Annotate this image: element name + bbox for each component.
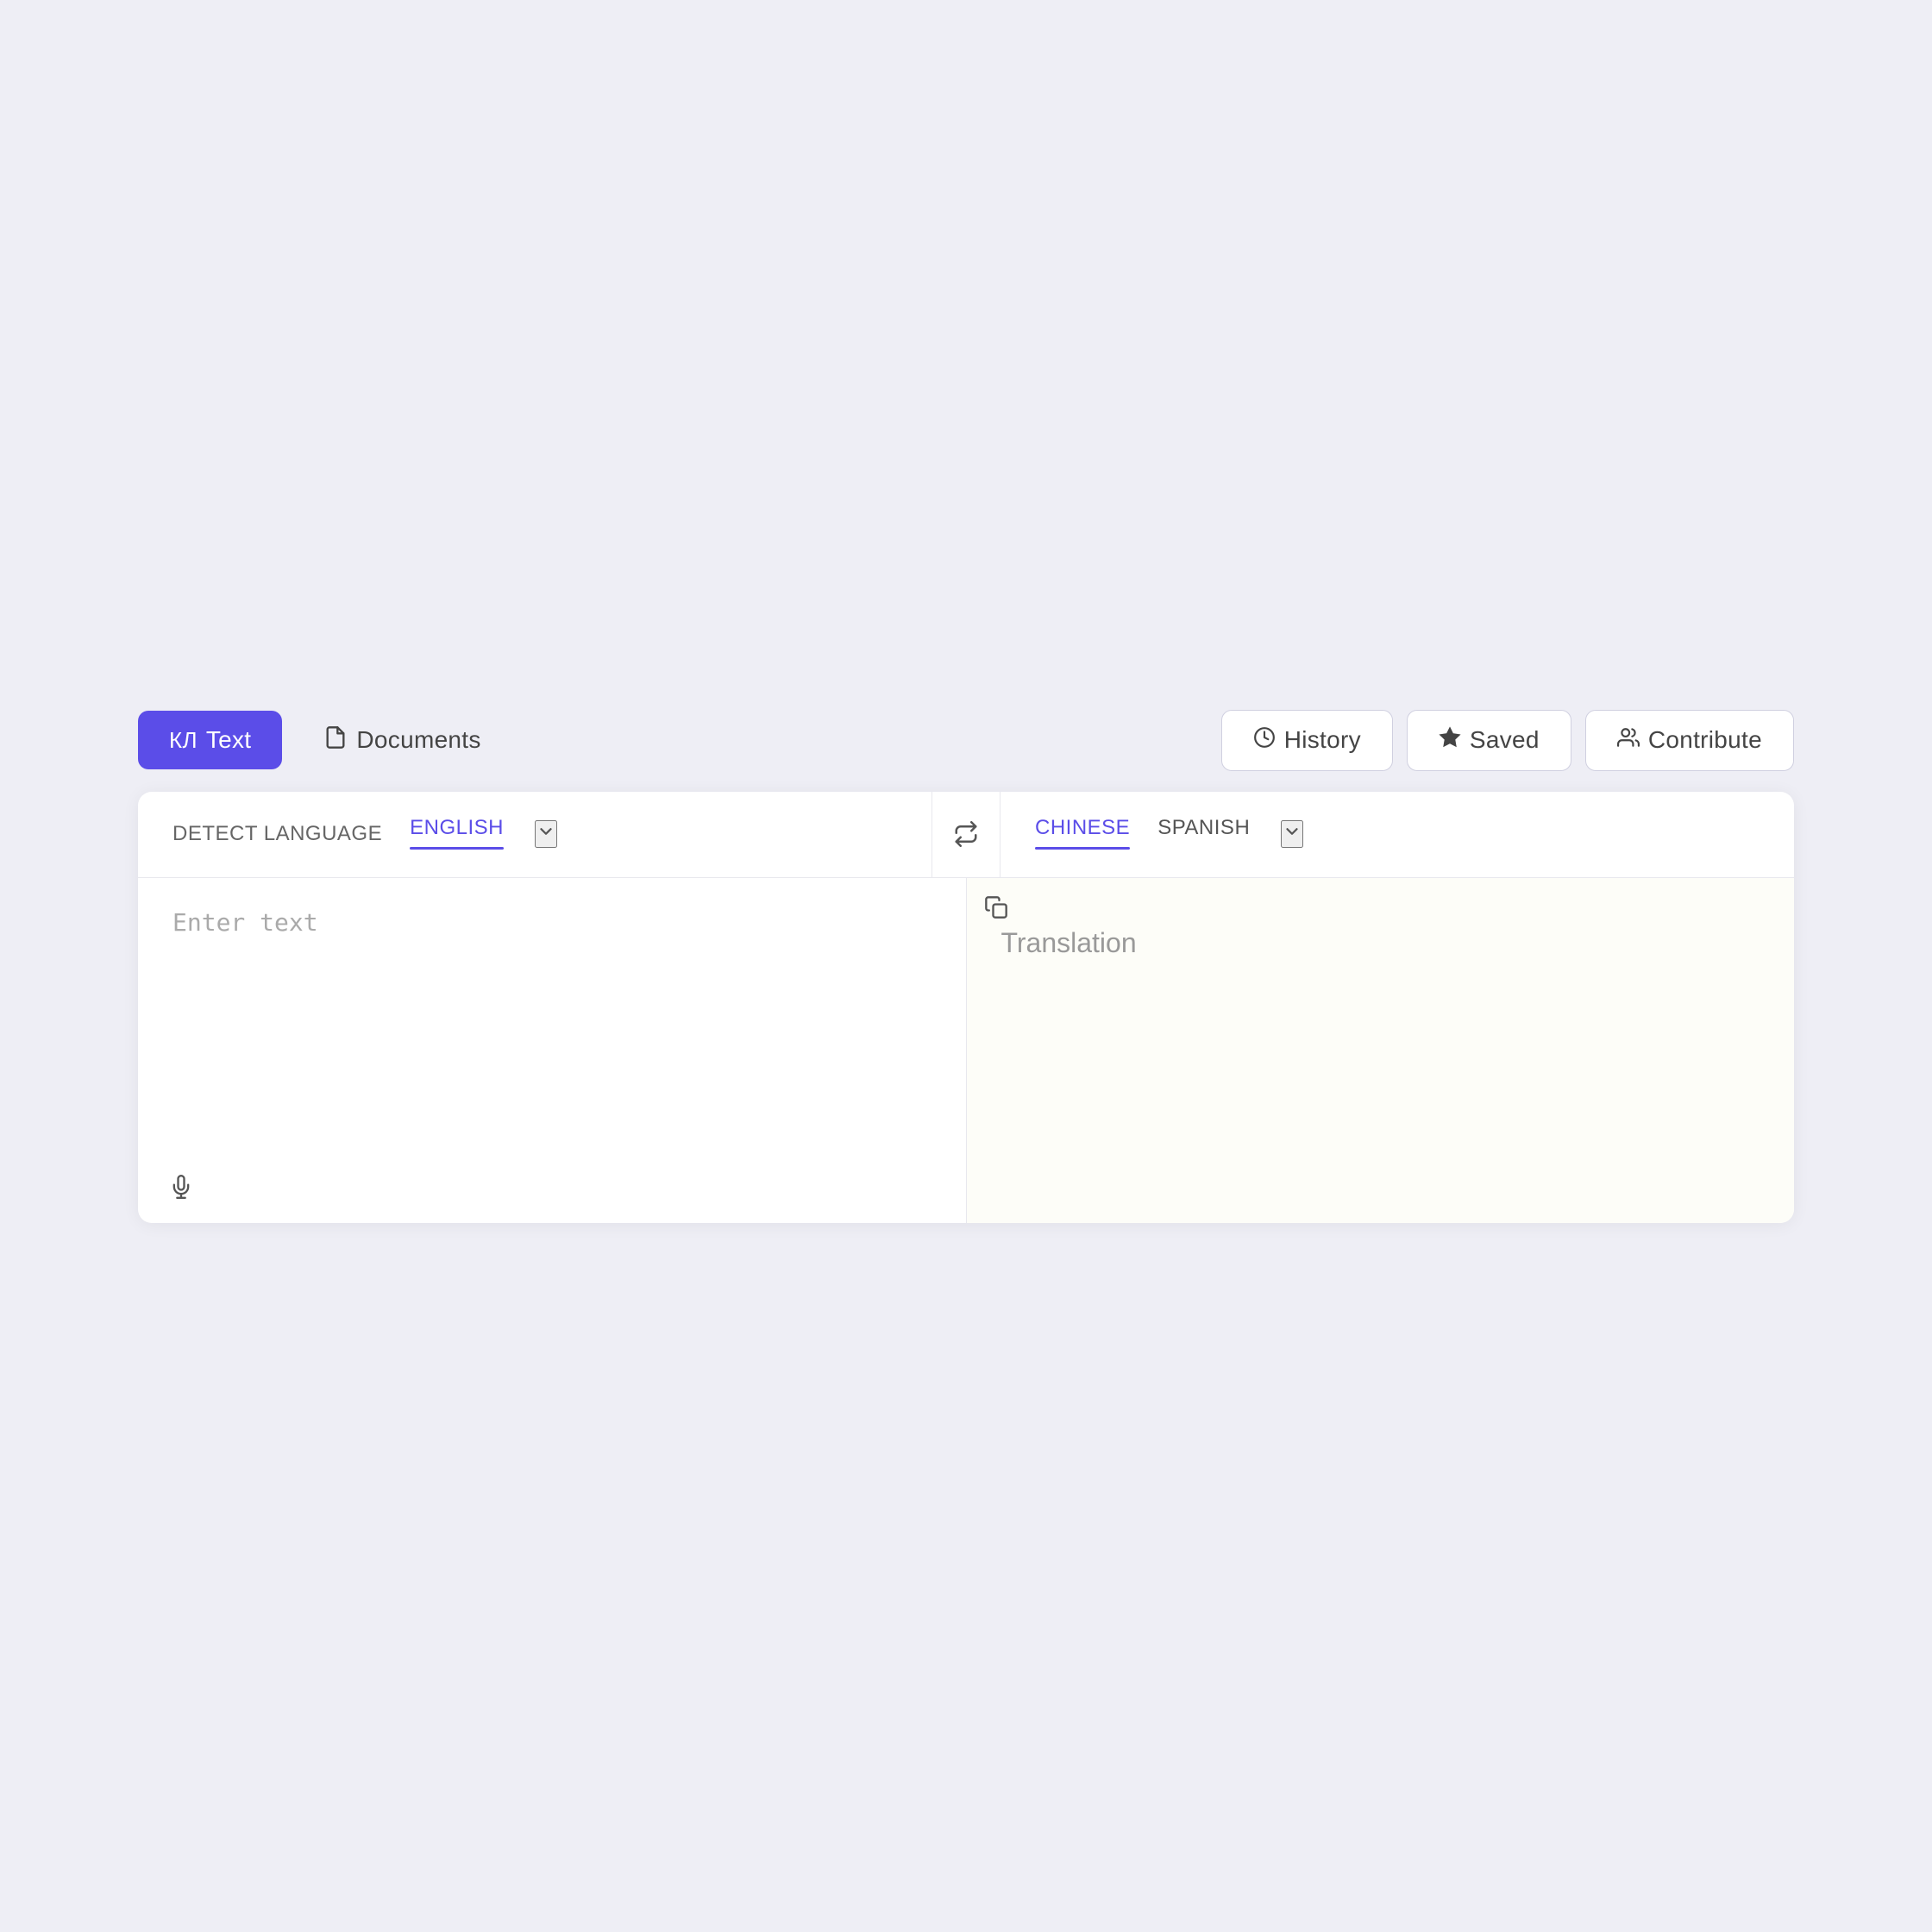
- source-input-area: [138, 878, 967, 1223]
- source-english-underline: [410, 847, 504, 850]
- saved-button[interactable]: Saved: [1407, 710, 1571, 771]
- translation-panel: DETECT LANGUAGE ENGLISH: [138, 792, 1794, 1223]
- tab-group: КЛ Text Documents: [138, 710, 512, 771]
- target-spanish-tab[interactable]: SPANISH: [1157, 816, 1250, 853]
- tab-text[interactable]: КЛ Text: [138, 711, 282, 769]
- swap-divider: [932, 792, 1000, 877]
- document-icon: [323, 725, 348, 756]
- target-spanish-underline: [1157, 847, 1250, 850]
- source-english-tab[interactable]: ENGLISH: [410, 816, 504, 853]
- target-spanish-label: SPANISH: [1157, 816, 1250, 847]
- target-chinese-label: CHINESE: [1035, 816, 1130, 847]
- source-language-header: DETECT LANGUAGE ENGLISH: [138, 792, 932, 877]
- top-bar: КЛ Text Documents: [138, 710, 1794, 771]
- tab-text-label: Text: [206, 726, 252, 754]
- source-text-input[interactable]: [172, 904, 932, 1145]
- swap-languages-button[interactable]: [953, 821, 979, 847]
- source-language-dropdown[interactable]: [535, 820, 557, 848]
- action-group: History Saved: [1221, 710, 1794, 771]
- contribute-label: Contribute: [1648, 726, 1762, 754]
- history-icon: [1253, 726, 1276, 755]
- app-container: КЛ Text Documents: [138, 710, 1794, 1223]
- tab-documents[interactable]: Documents: [292, 710, 511, 771]
- target-chinese-underline: [1035, 847, 1130, 850]
- copy-translation-button[interactable]: [984, 895, 1008, 919]
- panel-header: DETECT LANGUAGE ENGLISH: [138, 792, 1794, 878]
- saved-label: Saved: [1470, 726, 1540, 754]
- detect-language-option[interactable]: DETECT LANGUAGE: [172, 822, 382, 846]
- tab-documents-label: Documents: [356, 726, 480, 754]
- contribute-icon: [1617, 726, 1640, 755]
- source-english-label: ENGLISH: [410, 816, 504, 847]
- history-button[interactable]: History: [1221, 710, 1393, 771]
- target-translation-area: Translation: [967, 878, 1795, 1223]
- target-language-header: CHINESE SPANISH: [1000, 792, 1794, 877]
- translation-output: Translation: [1001, 904, 1760, 965]
- contribute-button[interactable]: Contribute: [1585, 710, 1794, 771]
- star-icon: [1439, 726, 1461, 755]
- target-language-dropdown[interactable]: [1281, 820, 1303, 848]
- history-label: History: [1284, 726, 1361, 754]
- text-translate-icon: КЛ: [169, 727, 198, 754]
- target-chinese-tab[interactable]: CHINESE: [1035, 816, 1130, 853]
- microphone-button[interactable]: [169, 1175, 193, 1199]
- panel-body: Translation: [138, 878, 1794, 1223]
